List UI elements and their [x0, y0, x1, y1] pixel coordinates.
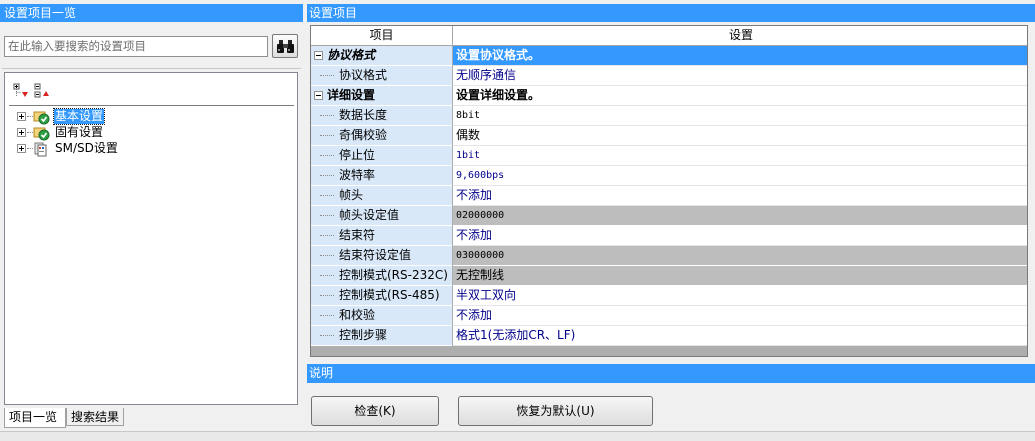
row-item: 帧头设定值 [311, 206, 452, 226]
description-title: 说明 [307, 364, 1035, 383]
row-value[interactable]: 1bit [453, 146, 1027, 166]
row-value[interactable]: 不添加 [453, 226, 1027, 246]
search-button[interactable] [272, 34, 298, 58]
grid-row[interactable]: 结束符 不添加 [311, 226, 1027, 246]
bottom-edge [0, 431, 1035, 441]
row-item: 停止位 [311, 146, 452, 166]
row-value[interactable]: 8bit [453, 106, 1027, 126]
grid-row[interactable]: 奇偶校验 偶数 [311, 126, 1027, 146]
row-item: 波特率 [311, 166, 452, 186]
expand-icon[interactable] [17, 144, 26, 153]
tree-item-label: 固有设置 [55, 125, 104, 139]
tree-item-label: 基本设置 [52, 108, 106, 125]
row-item: 和校验 [311, 306, 452, 326]
row-item: 协议格式 [311, 46, 452, 66]
vertical-scrollbar[interactable] [1028, 25, 1035, 357]
row-value[interactable]: 设置协议格式。 [453, 46, 1027, 66]
search-input[interactable]: 在此输入要搜索的设置项目 [4, 36, 268, 57]
grid-row[interactable]: 和校验 不添加 [311, 306, 1027, 326]
column-header-setting: 设置 [728, 28, 753, 42]
row-item: 详细设置 [311, 86, 452, 106]
expand-all-icon[interactable] [13, 83, 29, 99]
grid-row[interactable]: 帧头设定值 02000000 [311, 206, 1027, 226]
expand-icon[interactable] [17, 112, 26, 121]
grid-row[interactable]: 帧头 不添加 [311, 186, 1027, 206]
row-value[interactable]: 不添加 [453, 186, 1027, 206]
settings-grid: 项目 设置 协议格式 设置协议格式。 协议格式 无顺序通信 详细设置 设置详细设… [310, 25, 1028, 357]
settings-list-panel: 设置项目一览 在此输入要搜索的设置项目 基本设置 固有设置 SM/SD设置 项目… [0, 0, 303, 441]
grid-header: 项目 设置 [311, 26, 1027, 46]
column-header-item: 项目 [311, 26, 453, 46]
grid-row[interactable]: 数据长度 8bit [311, 106, 1027, 126]
row-value[interactable]: 无顺序通信 [453, 66, 1027, 86]
row-item: 控制模式(RS-232C) [311, 266, 452, 286]
collapse-all-icon[interactable] [34, 83, 50, 99]
row-item: 数据长度 [311, 106, 452, 126]
row-item: 帧头 [311, 186, 452, 206]
row-value: 03000000 [453, 246, 1027, 266]
check-button[interactable]: 检查(K) [311, 396, 439, 426]
divider [2, 68, 301, 69]
row-value[interactable]: 偶数 [453, 126, 1027, 146]
row-item: 结束符 [311, 226, 452, 246]
row-value[interactable]: 半双工双向 [453, 286, 1027, 306]
settings-panel-title: 设置项目 [307, 4, 1035, 22]
row-value[interactable]: 格式1(无添加CR、LF) [453, 326, 1027, 346]
row-value[interactable]: 不添加 [453, 306, 1027, 326]
grid-row[interactable]: 控制模式(RS-232C) 无控制线 [311, 266, 1027, 286]
collapse-icon[interactable] [314, 51, 323, 60]
row-value: 设置详细设置。 [453, 86, 1027, 106]
settings-panel: 设置项目 项目 设置 协议格式 设置协议格式。 协议格式 无顺序通信 详细设置 … [307, 0, 1035, 441]
row-item: 控制步骤 [311, 326, 452, 346]
grid-row[interactable]: 控制步骤 格式1(无添加CR、LF) [311, 326, 1027, 346]
grid-row[interactable]: 停止位 1bit [311, 146, 1027, 166]
tree-item-label: SM/SD设置 [55, 141, 118, 155]
grid-row-group[interactable]: 详细设置 设置详细设置。 [311, 86, 1027, 106]
row-item: 结束符设定值 [311, 246, 452, 266]
expand-icon[interactable] [17, 128, 26, 137]
settings-tree: 基本设置 固有设置 SM/SD设置 [4, 72, 298, 405]
tab-search-results[interactable]: 搜索结果 [66, 408, 124, 426]
tab-item-list[interactable]: 项目一览 [4, 408, 66, 428]
binoculars-icon [277, 40, 294, 53]
row-item: 奇偶校验 [311, 126, 452, 146]
row-value[interactable]: 9,600bps [453, 166, 1027, 186]
grid-row-group[interactable]: 协议格式 设置协议格式。 [311, 46, 1027, 66]
restore-default-button[interactable]: 恢复为默认(U) [458, 396, 653, 426]
row-value: 无控制线 [453, 266, 1027, 286]
grid-row[interactable]: 结束符设定值 03000000 [311, 246, 1027, 266]
row-item: 控制模式(RS-485) [311, 286, 452, 306]
collapse-icon[interactable] [314, 91, 323, 100]
row-value: 02000000 [453, 206, 1027, 226]
toolbar-divider [9, 105, 294, 106]
check-folder-icon [33, 125, 51, 141]
row-item: 协议格式 [311, 66, 452, 86]
grid-row[interactable]: 协议格式 无顺序通信 [311, 66, 1027, 86]
grid-row[interactable]: 波特率 9,600bps [311, 166, 1027, 186]
document-stack-icon [33, 141, 51, 157]
check-folder-icon [33, 109, 51, 125]
settings-list-title: 设置项目一览 [0, 4, 303, 22]
grid-row[interactable]: 控制模式(RS-485) 半双工双向 [311, 286, 1027, 306]
